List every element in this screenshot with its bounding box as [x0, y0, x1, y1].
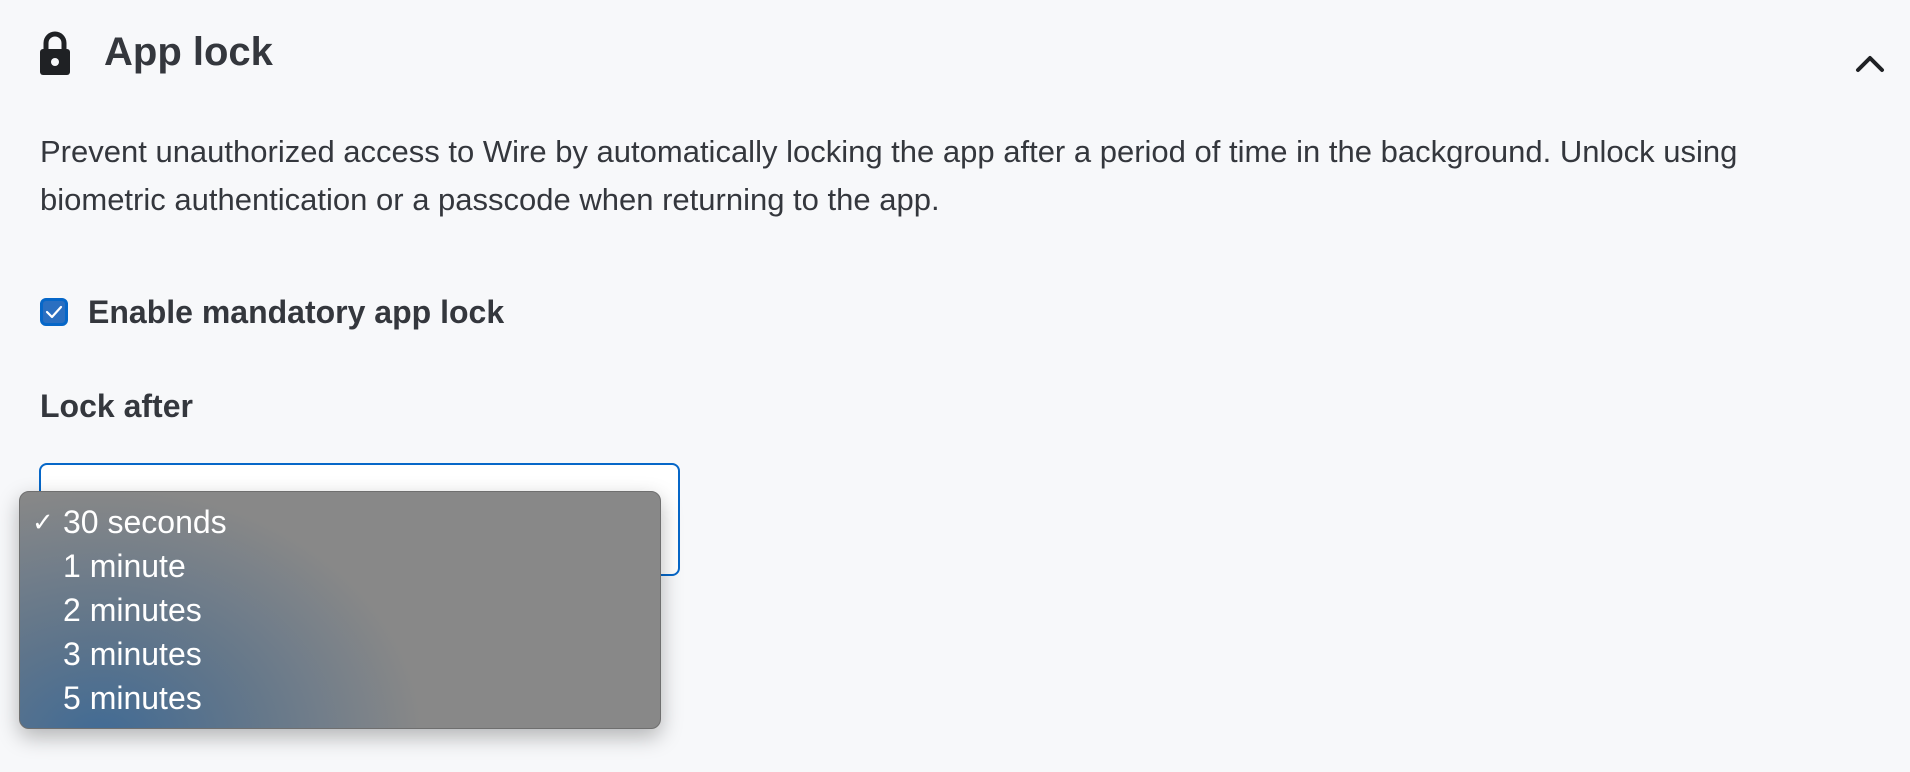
lock-after-option-3-minutes[interactable]: 3 minutes [20, 632, 660, 676]
selected-check-icon: ✓ [32, 507, 54, 537]
lock-after-option-1-minute[interactable]: 1 minute [20, 544, 660, 588]
lock-after-dropdown-menu: ✓ 30 seconds 1 minute 2 minutes 3 minute… [19, 491, 661, 729]
chevron-up-icon[interactable] [1850, 44, 1890, 84]
option-label: 30 seconds [63, 504, 227, 540]
option-label: 3 minutes [63, 636, 202, 672]
mandatory-app-lock-checkbox[interactable] [40, 298, 68, 326]
option-label: 1 minute [63, 548, 186, 584]
lock-after-label: Lock after [40, 388, 193, 424]
lock-after-option-30-seconds[interactable]: ✓ 30 seconds [20, 500, 660, 544]
mandatory-app-lock-option[interactable]: Enable mandatory app lock [40, 290, 504, 334]
mandatory-app-lock-label: Enable mandatory app lock [88, 293, 505, 330]
section-title: App lock [104, 30, 273, 74]
section-description: Prevent unauthorized access to Wire by a… [40, 134, 1738, 217]
lock-after-option-5-minutes[interactable]: 5 minutes [20, 676, 660, 720]
option-label: 5 minutes [63, 680, 202, 716]
lock-after-option-2-minutes[interactable]: 2 minutes [20, 588, 660, 632]
option-label: 2 minutes [63, 592, 202, 628]
app-lock-section-header: App lock [0, 0, 1910, 104]
lock-icon [40, 31, 70, 75]
checkmark-icon [45, 305, 63, 319]
